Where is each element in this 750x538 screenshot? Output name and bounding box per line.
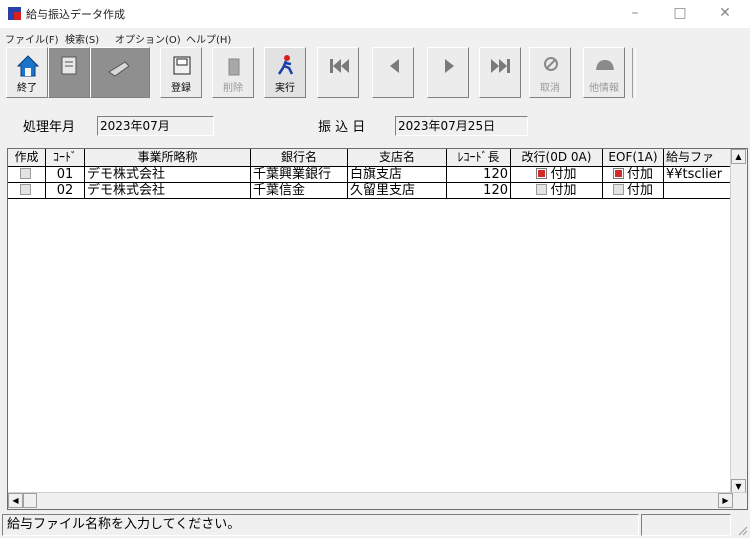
col-header-create[interactable]: 作成 [8, 149, 46, 167]
window-title: 給与振込データ作成 [26, 8, 125, 21]
eof-checkbox[interactable] [612, 184, 624, 195]
eof-checkbox[interactable] [612, 168, 624, 179]
scroll-right-icon[interactable]: ▶ [718, 493, 733, 508]
data-grid: 作成 ｺｰﾄﾞ 事業所略称 銀行名 支店名 ﾚｺｰﾄﾞ長 改行(0D 0A) E… [7, 148, 748, 510]
row2-code[interactable]: 02 [46, 183, 85, 199]
runner-icon [277, 55, 294, 75]
scroll-left-icon[interactable]: ◀ [8, 493, 23, 508]
menu-search[interactable]: 検索(S) [65, 31, 99, 46]
next-icon [445, 59, 454, 73]
save-icon [173, 56, 191, 75]
row2-newline-cell[interactable]: 付加 [511, 183, 603, 199]
last-icon [491, 59, 510, 73]
menu-options[interactable]: オプション(O) [115, 31, 181, 46]
newline-checkbox[interactable] [536, 168, 548, 179]
eof-text: 付加 [626, 183, 653, 198]
row1-office[interactable]: デモ株式会社 [85, 167, 251, 183]
row2-bank[interactable]: 千葉信金 [251, 183, 348, 199]
trash-icon [228, 58, 240, 76]
menu-file[interactable]: ファイル(F) [5, 31, 59, 46]
first-icon [330, 59, 349, 73]
row1-file[interactable]: ¥¥tsclier [664, 167, 733, 183]
row2-branch[interactable]: 久留里支店 [348, 183, 447, 199]
create-checkbox[interactable] [19, 184, 31, 195]
row2-create-cell[interactable] [8, 183, 46, 199]
info-bar: 処理年月 2023年07月 振 込 日 2023年07月25日 [0, 108, 750, 142]
other-info-label: 他情報 [589, 83, 619, 94]
col-header-code[interactable]: ｺｰﾄﾞ [46, 149, 85, 167]
row1-branch[interactable]: 白旗支店 [348, 167, 447, 183]
register-label: 登録 [171, 83, 191, 94]
row1-newline-cell[interactable]: 付加 [511, 167, 603, 183]
other-info-button[interactable]: 他情報 [583, 47, 625, 98]
cancel-icon [544, 57, 558, 71]
execute-label: 実行 [275, 83, 295, 94]
minimize-button[interactable]: – [617, 2, 653, 24]
row2-eof-cell[interactable]: 付加 [603, 183, 664, 199]
import-button[interactable] [90, 47, 150, 98]
info-icon [596, 60, 614, 70]
row1-create-cell[interactable] [8, 167, 46, 183]
first-record-button[interactable] [317, 47, 359, 98]
document-icon [61, 56, 77, 75]
scroll-up-icon[interactable]: ▲ [731, 149, 746, 164]
row1-bank[interactable]: 千葉興業銀行 [251, 167, 348, 183]
cancel-button[interactable]: 取消 [529, 47, 571, 98]
toolbar-separator [632, 48, 636, 98]
eof-text: 付加 [626, 167, 653, 182]
col-header-record-length[interactable]: ﾚｺｰﾄﾞ長 [447, 149, 511, 167]
next-record-button[interactable] [427, 47, 469, 98]
close-button[interactable]: ✕ [707, 2, 743, 24]
last-record-button[interactable] [479, 47, 521, 98]
delete-button[interactable]: 削除 [212, 47, 254, 98]
scroll-thumb[interactable] [23, 493, 37, 508]
col-header-branch[interactable]: 支店名 [348, 149, 447, 167]
row2-file[interactable] [664, 183, 733, 199]
row2-record-length[interactable]: 120 [447, 183, 511, 199]
col-header-file[interactable]: 給与ファ [664, 149, 733, 167]
row1-eof-cell[interactable]: 付加 [603, 167, 664, 183]
period-field[interactable]: 2023年07月 [97, 116, 214, 136]
maximize-button[interactable]: □ [662, 2, 698, 24]
document-button[interactable] [48, 47, 90, 98]
import-icon [108, 61, 130, 77]
create-checkbox[interactable] [19, 168, 31, 179]
col-header-eof[interactable]: EOF(1A) [603, 149, 664, 167]
col-header-office[interactable]: 事業所略称 [85, 149, 251, 167]
menu-bar: ファイル(F) 検索(S) オプション(O) ヘルプ(H) [0, 28, 750, 46]
col-header-bank[interactable]: 銀行名 [251, 149, 348, 167]
transfer-date-label: 振 込 日 [318, 120, 366, 135]
row1-record-length[interactable]: 120 [447, 167, 511, 183]
newline-checkbox[interactable] [536, 184, 548, 195]
vertical-scrollbar[interactable]: ▲ ▼ [730, 149, 747, 494]
execute-button[interactable]: 実行 [264, 47, 306, 98]
status-panel-right [641, 514, 731, 536]
exit-button[interactable]: 終了 [6, 47, 48, 98]
transfer-date-field[interactable]: 2023年07月25日 [395, 116, 528, 136]
cancel-label: 取消 [540, 83, 560, 94]
title-bar: 給与振込データ作成 – □ ✕ [0, 0, 750, 28]
status-bar: 給与ファイル名称を入力してください。 [0, 512, 750, 538]
exit-label: 終了 [17, 83, 37, 94]
col-header-newline[interactable]: 改行(0D 0A) [511, 149, 603, 167]
delete-label: 削除 [223, 83, 243, 94]
toolbar: 終了 登録 削除 実行 取消 他情報 [0, 46, 750, 102]
newline-text: 付加 [550, 167, 577, 182]
row1-code[interactable]: 01 [46, 167, 85, 183]
app-icon [8, 7, 21, 20]
home-icon [16, 55, 40, 77]
status-message: 給与ファイル名称を入力してください。 [2, 514, 639, 536]
period-label: 処理年月 [23, 120, 76, 135]
resize-grip-icon[interactable] [736, 524, 748, 536]
newline-text: 付加 [550, 183, 577, 198]
menu-help[interactable]: ヘルプ(H) [186, 31, 231, 46]
horizontal-scrollbar[interactable]: ◀ ▶ [8, 492, 747, 509]
prev-icon [390, 59, 399, 73]
prev-record-button[interactable] [372, 47, 414, 98]
row2-office[interactable]: デモ株式会社 [85, 183, 251, 199]
register-button[interactable]: 登録 [160, 47, 202, 98]
